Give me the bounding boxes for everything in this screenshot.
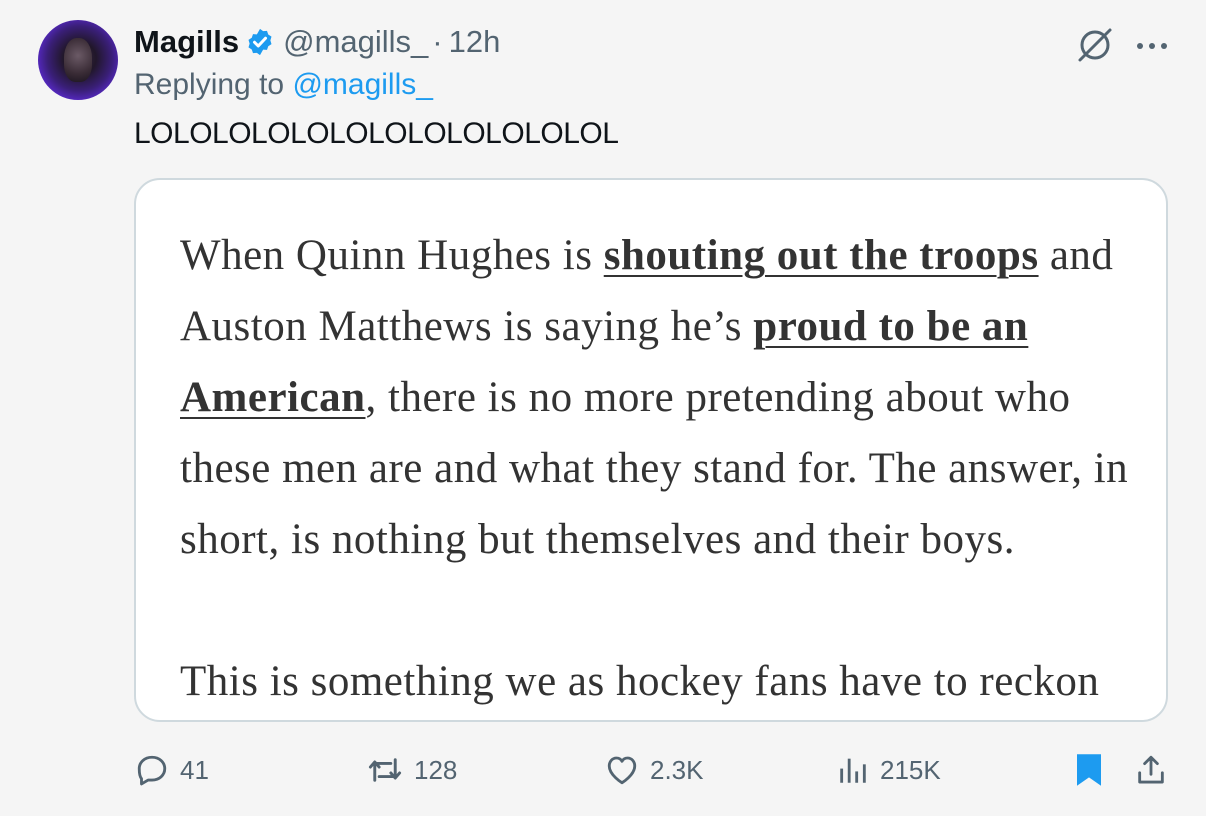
author-handle[interactable]: @magills_ — [283, 24, 428, 60]
views-count: 215K — [880, 754, 941, 785]
like-button[interactable]: 2.3K — [604, 748, 704, 792]
views-chart-icon — [840, 758, 866, 783]
tweet[interactable]: Magills @magills_ · 12h Replying to @mag… — [0, 0, 1206, 816]
reply-mention-link[interactable]: @magills_ — [292, 68, 433, 101]
repost-button[interactable]: 128 — [366, 748, 457, 792]
grok-icon[interactable] — [1074, 24, 1116, 71]
repost-count: 128 — [414, 754, 458, 785]
more-options-icon[interactable] — [1134, 39, 1170, 57]
tweet-header: Magills @magills_ · 12h — [134, 22, 500, 62]
reply-icon — [137, 755, 167, 786]
quoted-article-card[interactable]: When Quinn Hughes is shouting out the tr… — [134, 178, 1168, 722]
article-paragraph: When Quinn Hughes is shouting out the tr… — [180, 220, 1140, 575]
avatar-face — [64, 38, 92, 82]
views-button[interactable]: 215K — [836, 748, 941, 792]
heart-icon — [607, 756, 637, 785]
separator-dot: · — [432, 24, 443, 59]
avatar[interactable] — [38, 20, 118, 100]
reply-count: 41 — [180, 754, 209, 785]
article-paragraph-cut-off: This is something we as hockey fans have… — [180, 658, 1100, 705]
like-count: 2.3K — [650, 754, 704, 785]
bookmark-button[interactable] — [1074, 748, 1104, 792]
bookmark-icon — [1077, 754, 1101, 786]
reply-button[interactable]: 41 — [134, 748, 209, 792]
repost-icon — [368, 758, 402, 782]
share-icon — [1138, 755, 1164, 784]
share-button[interactable] — [1134, 748, 1168, 792]
tweet-text: LOLOLOLOLOLOLOLOLOLOLOLOL — [134, 117, 619, 150]
timestamp[interactable]: 12h — [449, 24, 501, 60]
verified-badge-icon[interactable] — [245, 27, 275, 57]
article-text-segment: When Quinn Hughes is — [180, 232, 604, 279]
article-text: When Quinn Hughes is shouting out the tr… — [180, 220, 1140, 720]
tweet-actions: 41 128 2.3K 215K — [134, 748, 1174, 792]
replying-to: Replying to @magills_ — [134, 68, 433, 102]
replying-to-label: Replying to — [134, 68, 285, 101]
article-link-troops[interactable]: shouting out the troops — [604, 232, 1039, 279]
tweet-top-icons — [1074, 24, 1170, 71]
author-name[interactable]: Magills — [134, 24, 239, 60]
